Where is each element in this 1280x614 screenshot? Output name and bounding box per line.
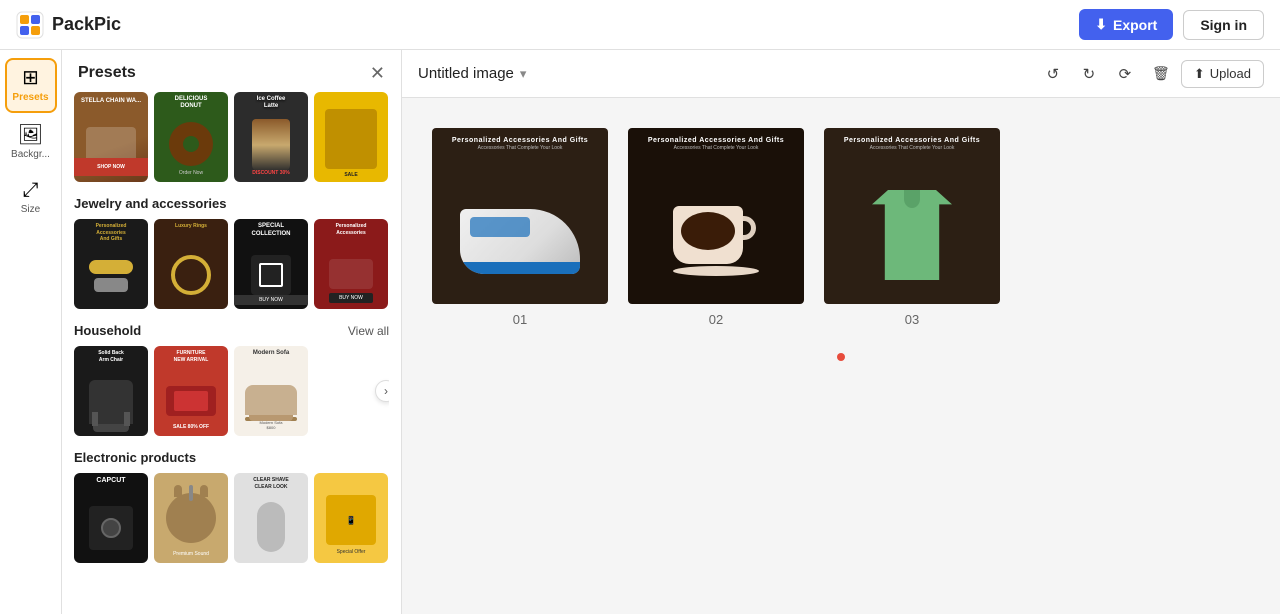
preset-thumb-household2[interactable]: FURNITURENEW ARRIVAL SALE 80% OFF	[154, 346, 228, 436]
card-01-header: Personalized Accessories And Gifts Acces…	[432, 128, 608, 156]
preset-thumb-yellow[interactable]: SALE	[314, 92, 388, 182]
upload-icon: ⬆	[1194, 66, 1205, 82]
sidebar-item-size-label: Size	[21, 204, 40, 215]
presets-icon: ⊞	[22, 68, 39, 88]
sidebar-item-background[interactable]: 🖼 Backgr...	[5, 117, 57, 168]
canvas-cards-row: Personalized Accessories And Gifts Acces…	[432, 128, 1250, 327]
topbar-actions: ⬇ Export Sign in	[1079, 9, 1264, 40]
canvas-card-img-02: Personalized Accessories And Gifts Acces…	[628, 128, 804, 304]
household-title: Household	[74, 323, 141, 338]
canvas-card-label-02: 02	[709, 312, 723, 327]
signin-button[interactable]: Sign in	[1183, 10, 1264, 40]
presets-header: Presets ✕	[62, 50, 401, 92]
export-icon: ⬇	[1095, 16, 1107, 33]
preset-thumb-jewelry4[interactable]: PersonalizedAccessories BUY NOW	[314, 219, 388, 309]
presets-scroll[interactable]: STELLA CHAIN WA... SHOP NOW DELICIOUSDON…	[62, 92, 401, 614]
main-layout: ⊞ Presets 🖼 Backgr... ⤢ Size Presets ✕ S…	[0, 50, 1280, 614]
canvas-title-chevron[interactable]: ▾	[520, 66, 527, 82]
sidebar-item-size[interactable]: ⤢ Size	[5, 172, 57, 223]
preset-thumb-elec1[interactable]: CAPCUT	[74, 473, 148, 563]
card-02-header: Personalized Accessories And Gifts Acces…	[628, 128, 804, 156]
canvas-card-img-01: Personalized Accessories And Gifts Acces…	[432, 128, 608, 304]
undo-button[interactable]: ↺	[1037, 58, 1069, 90]
size-icon: ⤢	[23, 180, 39, 200]
preset-thumb-household1[interactable]: Solid BackArm Chair	[74, 346, 148, 436]
canvas-title-area: Untitled image ▾	[418, 65, 526, 82]
packpic-logo-icon	[16, 11, 44, 39]
export-button[interactable]: ⬇ Export	[1079, 9, 1173, 40]
preset-thumb-elec2[interactable]: Premium Sound	[154, 473, 228, 563]
electronic-section-header: Electronic products	[74, 450, 389, 465]
canvas-content[interactable]: Personalized Accessories And Gifts Acces…	[402, 98, 1280, 614]
preset-thumb-elec4[interactable]: 📱 Special Offer	[314, 473, 388, 563]
upload-button[interactable]: ⬆ Upload	[1181, 60, 1264, 88]
canvas-toolbar: Untitled image ▾ ↺ ↻ ⟳ 🗑 ⬆ Upload	[402, 50, 1280, 98]
top-presets-row: STELLA CHAIN WA... SHOP NOW DELICIOUSDON…	[74, 92, 389, 182]
canvas-card-img-03: Personalized Accessories And Gifts Acces…	[824, 128, 1000, 304]
canvas-card-label-01: 01	[513, 312, 527, 327]
redo-button[interactable]: ↻	[1073, 58, 1105, 90]
canvas-card-label-03: 03	[905, 312, 919, 327]
red-dot-indicator	[837, 353, 845, 361]
app-name: PackPic	[52, 14, 121, 35]
topbar: PackPic ⬇ Export Sign in	[0, 0, 1280, 50]
presets-panel: Presets ✕ STELLA CHAIN WA... SHOP NOW DE…	[62, 50, 402, 614]
canvas-card-02[interactable]: Personalized Accessories And Gifts Acces…	[628, 128, 804, 327]
jewelry-section-header: Jewelry and accessories	[74, 196, 389, 211]
background-icon: 🖼	[18, 125, 43, 145]
canvas-area: Untitled image ▾ ↺ ↻ ⟳ 🗑 ⬆ Upload	[402, 50, 1280, 614]
electronic-thumbnails: CAPCUT Premium Sound CLEAR SHAVECLEAR LO…	[74, 473, 389, 563]
sidebar-item-presets-label: Presets	[12, 92, 48, 103]
preset-thumb-donut[interactable]: DELICIOUSDONUT Order Now	[154, 92, 228, 182]
household-section-header: Household View all	[74, 323, 389, 338]
preset-thumb-jewelry1[interactable]: PersonalizedAccessoriesAnd Gifts	[74, 219, 148, 309]
household-nav-next[interactable]: ›	[375, 380, 389, 402]
canvas-card-01[interactable]: Personalized Accessories And Gifts Acces…	[432, 128, 608, 327]
household-thumbnails: Solid BackArm Chair FURNITURENEW ARRIVAL…	[74, 346, 389, 436]
preset-thumb-bakery[interactable]: STELLA CHAIN WA... SHOP NOW	[74, 92, 148, 182]
canvas-title: Untitled image	[418, 65, 514, 82]
preset-thumb-jewelry2[interactable]: Luxury Rings	[154, 219, 228, 309]
logo-area: PackPic	[16, 11, 121, 39]
refresh-button[interactable]: ⟳	[1109, 58, 1141, 90]
delete-button[interactable]: 🗑	[1145, 58, 1177, 90]
preset-thumb-elec3[interactable]: CLEAR SHAVECLEAR LOOK	[234, 473, 308, 563]
sidebar-item-background-label: Backgr...	[11, 149, 50, 160]
preset-thumb-jewelry3[interactable]: SPECIALCOLLECTION BUY NOW	[234, 219, 308, 309]
jewelry-thumbnails: PersonalizedAccessoriesAnd Gifts Luxury …	[74, 219, 389, 309]
card-03-header: Personalized Accessories And Gifts Acces…	[824, 128, 1000, 156]
canvas-card-03[interactable]: Personalized Accessories And Gifts Acces…	[824, 128, 1000, 327]
electronic-title: Electronic products	[74, 450, 196, 465]
household-view-all[interactable]: View all	[348, 324, 389, 338]
sidebar-item-presets[interactable]: ⊞ Presets	[5, 58, 57, 113]
preset-thumb-household3[interactable]: Modern Sofa Modern Sofa$800	[234, 346, 308, 436]
jewelry-title: Jewelry and accessories	[74, 196, 227, 211]
canvas-toolbar-actions: ↺ ↻ ⟳ 🗑 ⬆ Upload	[1037, 58, 1264, 90]
preset-thumb-coffee[interactable]: Ice CoffeeLatte DISCOUNT 30%	[234, 92, 308, 182]
sidebar-icons: ⊞ Presets 🖼 Backgr... ⤢ Size	[0, 50, 62, 614]
presets-title: Presets	[78, 64, 136, 82]
presets-close-button[interactable]: ✕	[370, 64, 385, 82]
